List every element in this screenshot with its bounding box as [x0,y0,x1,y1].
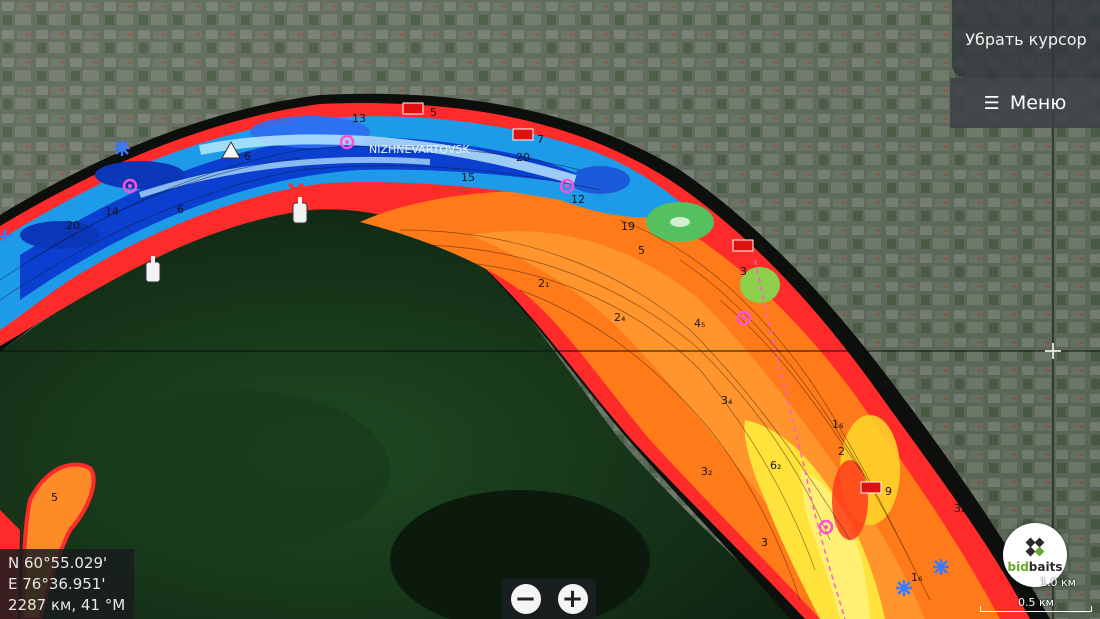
depth-label: 1₆ [911,571,923,584]
position-readout: N 60°55.029' E 76°36.951' 2287 км, 41 °M [0,549,134,619]
depth-label: 3₄ [721,394,733,407]
depth-label: 3 [961,483,968,496]
zoom-in-button[interactable]: + [557,583,588,614]
zoom-out-button[interactable]: − [510,583,541,614]
scale-label-large: 1.0 км [1040,576,1076,589]
latitude-readout: N 60°55.029' [8,554,108,572]
depth-label: 5 [51,491,58,504]
depth-label: 2 [838,445,845,458]
depth-label: 7 [537,133,544,146]
depth-label: 2₄ [614,311,626,324]
depth-label: 6 [177,203,184,216]
flag-marker-icon[interactable] [860,481,882,494]
depth-label: 4 [882,378,889,391]
depth-label: 3 [740,265,747,278]
flag-marker-icon[interactable] [512,128,534,141]
place-label: NIZHNEVARTOVSK [369,143,470,156]
depth-label: 2₁ [538,277,549,290]
zoom-controls: − + [502,578,596,619]
depth-label: 12 [571,193,585,206]
depth-label: 6₂ [770,459,781,472]
bathymetric-map[interactable]: NIZHNEVARTOVSK 5 7 13 20 6 15 14 20 12 1… [0,0,1100,619]
flag-marker-icon[interactable] [402,102,424,115]
menu-label: Меню [1009,92,1067,114]
logo-icon [1025,537,1045,557]
depth-label: 1 [834,327,841,340]
depth-label: 20 [66,219,80,232]
menu-button[interactable]: ☰ Меню [950,78,1100,128]
depth-label: 19 [621,220,635,233]
depth-label: 9 [885,485,892,498]
flag-marker-icon[interactable] [732,239,754,252]
hamburger-icon: ☰ [983,92,1000,114]
scale-bar [980,606,1092,612]
map-view[interactable]: NIZHNEVARTOVSK 5 7 13 20 6 15 14 20 12 1… [0,0,1100,619]
remove-cursor-label: Убрать курсор [965,29,1087,49]
longitude-readout: E 76°36.951' [8,575,106,593]
depth-label: 3 [761,536,768,549]
depth-label: 15 [461,171,475,184]
snowflake-marker-icon[interactable] [114,140,130,156]
depth-label: 4₅ [694,317,705,330]
depth-label: 1₆ [832,418,844,431]
depth-label: 20 [516,151,530,164]
range-bearing-readout: 2287 км, 41 °M [8,596,126,614]
depth-label: 3₂ [954,502,965,515]
snowflake-marker-icon[interactable] [933,559,949,575]
snowflake-marker-icon[interactable] [896,580,912,596]
depth-label: 8 [759,242,766,255]
depth-label: 5 [638,244,645,257]
remove-cursor-button[interactable]: Убрать курсор [952,0,1100,78]
logo-text: bidbaits [1007,560,1063,574]
depth-label: 6 [244,150,251,163]
depth-label: 14 [105,205,119,218]
depth-label: 13 [352,112,366,125]
depth-label: 5 [430,106,437,119]
depth-label: 3₂ [701,465,712,478]
